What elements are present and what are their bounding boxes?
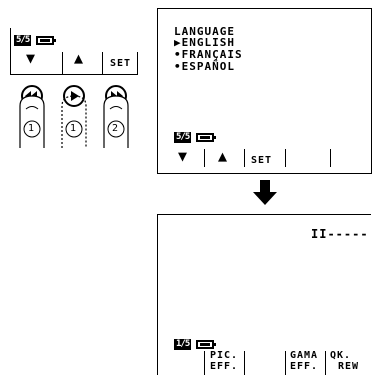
battery-icon [196, 133, 216, 142]
language-option-francais[interactable]: •FRANÇAIS [174, 49, 243, 60]
up-arrow-icon[interactable]: ▲ [218, 149, 227, 164]
set-key-label[interactable]: SET [251, 156, 272, 166]
finger-number-2: 1 [70, 123, 77, 134]
status-indicator: II----- [311, 227, 369, 241]
softkey-qk-rew[interactable]: QK. REW [330, 350, 359, 372]
finger-number-3: 2 [112, 123, 119, 134]
battery-icon [36, 36, 56, 45]
softkey-pic-eff[interactable]: PIC. EFF. [210, 350, 238, 372]
battery-icon [196, 340, 216, 349]
language-option-espanol[interactable]: •ESPAÑOL [174, 61, 235, 72]
mini-softkey-bar: 5/5 ▼ ▲ SET [10, 28, 138, 76]
bullet-icon: • [174, 60, 182, 73]
page-badge: 5/5 [14, 35, 32, 46]
page-badge: 5/5 [174, 132, 192, 143]
language-option-english[interactable]: ▶ENGLISH [174, 37, 235, 48]
finger-number-1: 1 [28, 123, 35, 134]
arrow-down-icon [253, 180, 277, 205]
set-key-label[interactable]: SET [110, 59, 131, 69]
page-badge: 1/5 [174, 339, 192, 350]
down-arrow-icon[interactable]: ▼ [26, 51, 35, 66]
softkey-gama-eff[interactable]: GAMA EFF. [290, 350, 318, 372]
language-screen: LANGUAGE ▶ENGLISH •FRANÇAIS •ESPAÑOL 5/5… [157, 8, 372, 174]
up-arrow-icon[interactable]: ▲ [74, 51, 83, 66]
display-screen: II----- 1/5 PIC. EFF. GAMA EFF. QK. REW [157, 214, 371, 375]
finger-buttons-illustration [19, 85, 129, 148]
play-button[interactable] [63, 85, 85, 107]
down-arrow-icon[interactable]: ▼ [178, 149, 187, 164]
